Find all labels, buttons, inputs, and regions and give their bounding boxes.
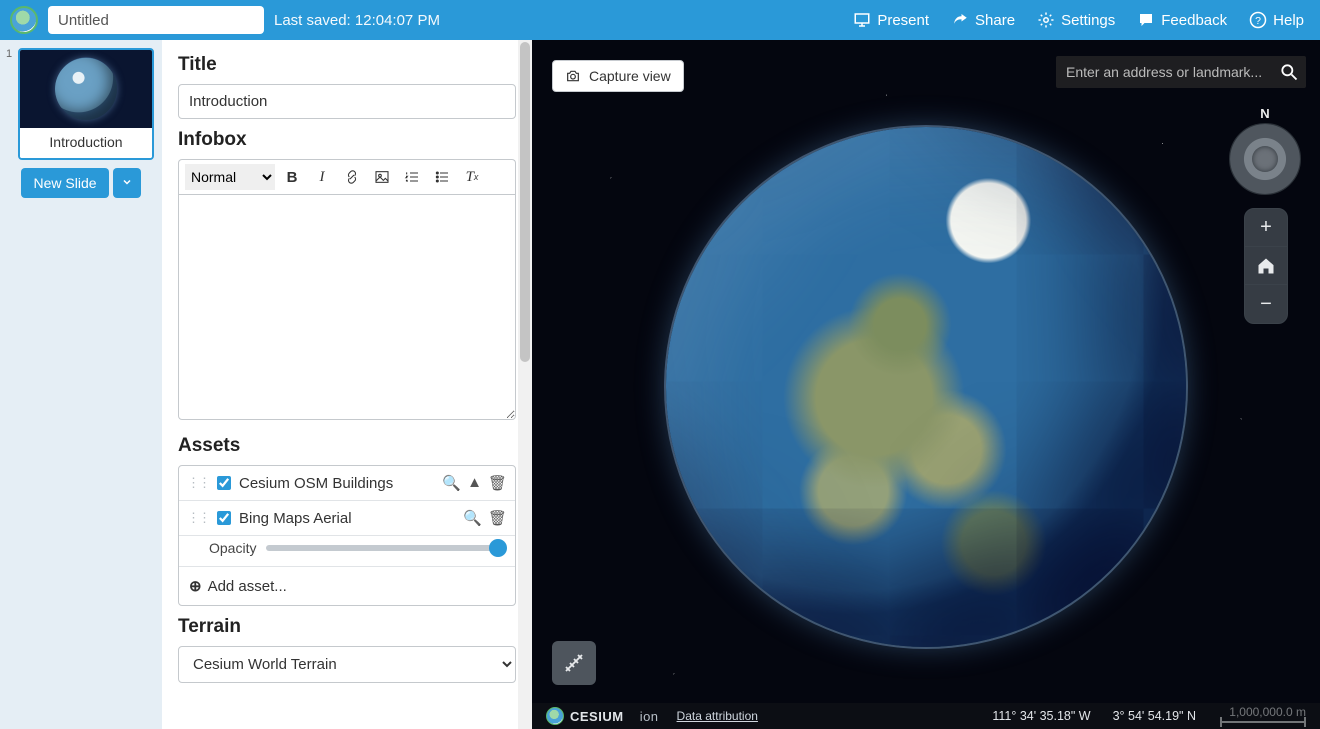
zoom-in-button[interactable]: + bbox=[1245, 209, 1287, 247]
last-saved-label: Last saved: 12:04:07 PM bbox=[274, 12, 440, 29]
delete-asset-icon[interactable]: 🗑 bbox=[488, 509, 507, 527]
asset-row: ⋮⋮ Bing Maps Aerial 🔍 🗑 bbox=[179, 501, 515, 536]
question-icon: ? bbox=[1249, 11, 1267, 29]
asset-name: Cesium OSM Buildings bbox=[239, 475, 393, 492]
asset-checkbox[interactable] bbox=[217, 476, 231, 490]
zoom-to-asset-icon[interactable]: 🔍 bbox=[442, 474, 461, 492]
assets-list: ⋮⋮ Cesium OSM Buildings 🔍 ▲ 🗑 ⋮⋮ Bing Ma… bbox=[178, 465, 516, 606]
drag-handle-icon[interactable]: ⋮⋮ bbox=[187, 510, 209, 526]
ordered-list-button[interactable] bbox=[399, 164, 425, 190]
title-heading: Title bbox=[178, 54, 516, 76]
new-slide-button[interactable]: New Slide bbox=[21, 168, 108, 198]
capture-view-button[interactable]: Capture view bbox=[552, 60, 684, 92]
link-icon bbox=[344, 169, 360, 185]
ordered-list-icon bbox=[404, 169, 420, 185]
terrain-heading: Terrain bbox=[178, 616, 516, 638]
camera-icon bbox=[565, 68, 581, 84]
infobox-heading: Infobox bbox=[178, 129, 516, 151]
opacity-label: Opacity bbox=[209, 540, 256, 556]
story-title-input[interactable] bbox=[48, 6, 264, 34]
asset-name: Bing Maps Aerial bbox=[239, 510, 352, 527]
ruler-icon bbox=[562, 651, 586, 675]
plus-circle-icon: ⊕ bbox=[189, 577, 202, 595]
slide-thumbnail[interactable]: Introduction bbox=[18, 48, 154, 160]
slide-number: 1 bbox=[6, 48, 12, 60]
properties-panel: Title Infobox Normal B I Tx Assets ⋮⋮ Ce… bbox=[162, 40, 532, 729]
map-viewport[interactable]: Capture view N + − 1,000,000.0 m bbox=[532, 40, 1320, 729]
link-button[interactable] bbox=[339, 164, 365, 190]
format-select[interactable]: Normal bbox=[185, 164, 275, 190]
search-button[interactable] bbox=[1272, 56, 1306, 88]
infobox-textarea[interactable] bbox=[178, 194, 516, 420]
asset-row: ⋮⋮ Cesium OSM Buildings 🔍 ▲ 🗑 bbox=[179, 466, 515, 501]
latitude-label: 3° 54' 54.19" N bbox=[1113, 709, 1196, 723]
longitude-label: 111° 34' 35.18" W bbox=[992, 709, 1090, 723]
add-asset-button[interactable]: ⊕ Add asset... bbox=[179, 567, 515, 605]
delete-asset-icon[interactable]: 🗑 bbox=[488, 474, 507, 492]
share-icon bbox=[951, 11, 969, 29]
zoom-controls: + − bbox=[1244, 208, 1288, 324]
feedback-button[interactable]: Feedback bbox=[1131, 11, 1233, 29]
zoom-out-button[interactable]: − bbox=[1245, 285, 1287, 323]
present-button[interactable]: Present bbox=[847, 11, 935, 29]
opacity-slider[interactable] bbox=[266, 545, 507, 551]
slides-panel: 1 Introduction New Slide bbox=[0, 40, 162, 729]
home-icon bbox=[1256, 256, 1276, 276]
measure-tool-button[interactable] bbox=[552, 641, 596, 685]
image-icon bbox=[374, 169, 390, 185]
data-attribution-link[interactable]: Data attribution bbox=[677, 709, 758, 723]
clear-format-button[interactable]: Tx bbox=[459, 164, 485, 190]
compass-north-label: N bbox=[1228, 106, 1302, 121]
infobox-toolbar: Normal B I Tx bbox=[178, 159, 516, 194]
settings-button[interactable]: Settings bbox=[1031, 11, 1121, 29]
globe[interactable] bbox=[666, 127, 1186, 647]
search-input[interactable] bbox=[1056, 56, 1272, 88]
asset-opacity-row: Opacity bbox=[179, 536, 515, 567]
compass-ring[interactable] bbox=[1229, 123, 1301, 195]
style-asset-icon[interactable]: ▲ bbox=[467, 474, 482, 492]
chevron-down-icon bbox=[121, 176, 133, 188]
svg-text:?: ? bbox=[1255, 15, 1261, 27]
share-button[interactable]: Share bbox=[945, 11, 1021, 29]
help-button[interactable]: ? Help bbox=[1243, 11, 1310, 29]
asset-checkbox[interactable] bbox=[217, 511, 231, 525]
map-search bbox=[1056, 56, 1306, 88]
assets-heading: Assets bbox=[178, 435, 516, 457]
app-logo bbox=[10, 6, 38, 34]
map-footer: CESIUM ion Data attribution 111° 34' 35.… bbox=[532, 703, 1320, 729]
bold-button[interactable]: B bbox=[279, 164, 305, 190]
terrain-select[interactable]: Cesium World Terrain bbox=[178, 646, 516, 683]
new-slide-dropdown[interactable] bbox=[113, 168, 141, 198]
slide-thumbnail-label: Introduction bbox=[20, 128, 152, 158]
unordered-list-icon bbox=[434, 169, 450, 185]
home-view-button[interactable] bbox=[1245, 247, 1287, 285]
search-icon bbox=[1279, 62, 1299, 82]
top-bar: Last saved: 12:04:07 PM Present Share Se… bbox=[0, 0, 1320, 40]
image-button[interactable] bbox=[369, 164, 395, 190]
monitor-icon bbox=[853, 11, 871, 29]
cesium-brand: CESIUM ion bbox=[546, 707, 659, 725]
compass-widget[interactable]: N bbox=[1228, 106, 1302, 195]
zoom-to-asset-icon[interactable]: 🔍 bbox=[463, 509, 482, 527]
comment-icon bbox=[1137, 11, 1155, 29]
gear-icon bbox=[1037, 11, 1055, 29]
slide-title-input[interactable] bbox=[178, 84, 516, 119]
italic-button[interactable]: I bbox=[309, 164, 335, 190]
panel-scrollbar[interactable] bbox=[518, 40, 532, 729]
drag-handle-icon[interactable]: ⋮⋮ bbox=[187, 475, 209, 491]
unordered-list-button[interactable] bbox=[429, 164, 455, 190]
